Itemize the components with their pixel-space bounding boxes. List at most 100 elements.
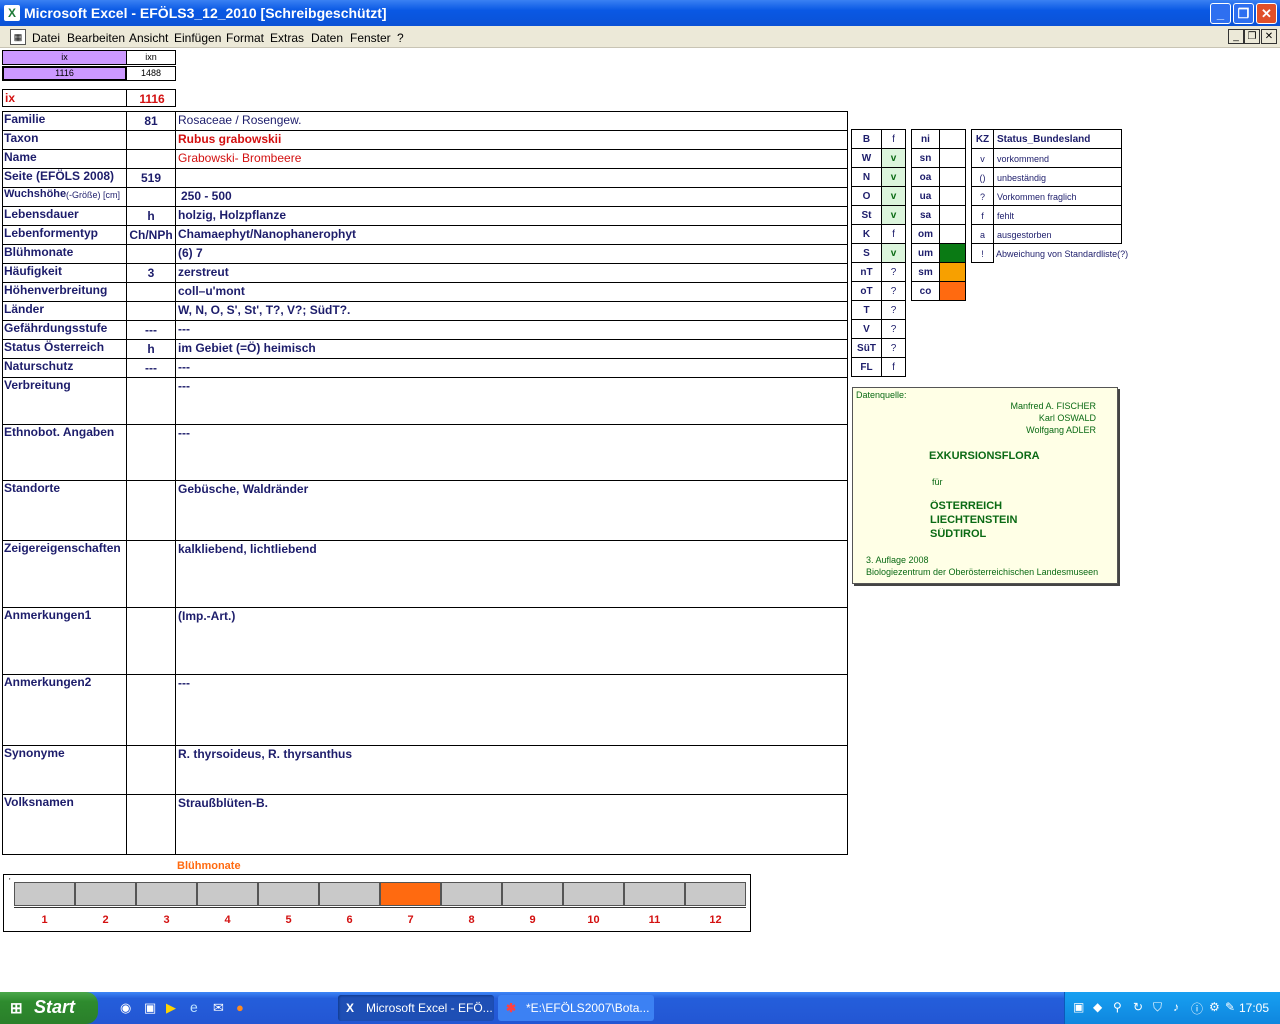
hoehenstufe-fill-cell[interactable] bbox=[939, 224, 966, 244]
row-value-5[interactable]: holzig, Holzpflanze bbox=[178, 208, 286, 222]
row-value-1[interactable]: Rubus grabowskii bbox=[178, 132, 281, 146]
hoehenstufe-code-cell[interactable]: co bbox=[911, 281, 940, 301]
row-value-6[interactable]: Chamaephyt/Nanophanerophyt bbox=[178, 227, 356, 241]
row-code-8[interactable]: 3 bbox=[126, 266, 176, 280]
ix-value-cell[interactable]: 1116 bbox=[2, 66, 127, 81]
doc-minimize-button[interactable]: _ bbox=[1228, 29, 1244, 44]
bundesland-flag-cell[interactable]: ? bbox=[881, 319, 906, 339]
bundesland-code-cell[interactable]: W bbox=[851, 148, 882, 168]
hoehenstufe-code-cell[interactable]: ua bbox=[911, 186, 940, 206]
bundesland-code-cell[interactable]: SüT bbox=[851, 338, 882, 358]
hoehenstufe-code-cell[interactable]: sa bbox=[911, 205, 940, 225]
network-icon[interactable]: ▣ bbox=[1073, 1000, 1084, 1014]
menu-ansicht[interactable]: Ansicht bbox=[129, 31, 168, 45]
row-value-18[interactable]: (Imp.-Art.) bbox=[178, 609, 235, 623]
hoehenstufe-fill-cell[interactable] bbox=[939, 262, 966, 282]
quicklaunch-ie-icon[interactable]: e bbox=[190, 999, 198, 1015]
bundesland-flag-cell[interactable]: f bbox=[881, 224, 906, 244]
bundesland-flag-cell[interactable]: ? bbox=[881, 262, 906, 282]
menu-einfuegen[interactable]: Einfügen bbox=[174, 31, 221, 45]
bundesland-code-cell[interactable]: V bbox=[851, 319, 882, 339]
row-code-12[interactable]: h bbox=[126, 342, 176, 356]
worksheet[interactable]: ix ixn 1116 1488 ix 1116 Bf Wv Nv Ov St v Kf Sv… bbox=[0, 48, 1280, 992]
bundesland-flag-cell[interactable]: v bbox=[881, 243, 906, 263]
restore-button[interactable]: ❐ bbox=[1233, 3, 1254, 24]
security-icon[interactable]: ◆ bbox=[1093, 1000, 1102, 1014]
shield-icon[interactable]: ⛉ bbox=[1153, 1000, 1162, 1015]
title-bar[interactable]: X Microsoft Excel - EFÖLS3_12_2010 [Schr… bbox=[0, 0, 1280, 26]
hoehenstufe-fill-cell[interactable] bbox=[939, 205, 966, 225]
row-value-17[interactable]: kalkliebend, lichtliebend bbox=[178, 542, 317, 556]
hoehenstufe-code-cell[interactable]: om bbox=[911, 224, 940, 244]
bundesland-flag-cell[interactable]: ? bbox=[881, 338, 906, 358]
hoehenstufe-fill-cell[interactable] bbox=[939, 281, 966, 301]
sync-icon[interactable]: ↻ bbox=[1133, 1000, 1143, 1014]
menu-help[interactable]: ? bbox=[397, 31, 404, 45]
bundesland-code-cell[interactable]: B bbox=[851, 129, 882, 149]
menu-extras[interactable]: Extras bbox=[270, 31, 304, 45]
row-value-7[interactable]: (6) 7 bbox=[178, 246, 203, 260]
bundesland-code-cell[interactable]: nT bbox=[851, 262, 882, 282]
hoehenstufe-code-cell[interactable]: um bbox=[911, 243, 940, 263]
bundesland-flag-cell[interactable]: ? bbox=[881, 281, 906, 301]
doc-close-button[interactable]: ✕ bbox=[1261, 29, 1277, 44]
ixn-value-cell[interactable]: 1488 bbox=[126, 66, 176, 81]
row-code-3[interactable]: 519 bbox=[126, 171, 176, 185]
menu-datei[interactable]: Datei bbox=[32, 31, 60, 45]
bundesland-code-cell[interactable]: O bbox=[851, 186, 882, 206]
menu-daten[interactable]: Daten bbox=[311, 31, 343, 45]
bundesland-flag-cell[interactable]: v bbox=[881, 205, 906, 225]
hoehenstufe-fill-cell[interactable] bbox=[939, 243, 966, 263]
hoehenstufe-fill-cell[interactable] bbox=[939, 148, 966, 168]
doc-restore-button[interactable]: ❐ bbox=[1244, 29, 1260, 44]
bundesland-code-cell[interactable]: N bbox=[851, 167, 882, 187]
row-code-13[interactable]: --- bbox=[126, 361, 176, 375]
ix-head-cell[interactable]: ix bbox=[2, 50, 127, 65]
document-icon[interactable]: ▦ bbox=[10, 29, 26, 45]
close-button[interactable]: ✕ bbox=[1256, 3, 1277, 24]
hoehenstufe-fill-cell[interactable] bbox=[939, 186, 966, 206]
row-value-14[interactable]: --- bbox=[178, 379, 190, 393]
quicklaunch-firefox-icon[interactable]: ● bbox=[236, 1000, 244, 1015]
quicklaunch-desktop-icon[interactable]: ▣ bbox=[144, 1000, 156, 1016]
hoehenstufe-fill-cell[interactable] bbox=[939, 167, 966, 187]
menu-bearbeiten[interactable]: Bearbeiten bbox=[67, 31, 125, 45]
excel-app-icon[interactable]: X bbox=[4, 5, 20, 21]
row-value-13[interactable]: --- bbox=[178, 360, 190, 374]
start-button[interactable]: ⊞ Start bbox=[0, 992, 98, 1024]
search-icon[interactable]: ⚲ bbox=[1113, 1000, 1122, 1014]
bundesland-code-cell[interactable]: T bbox=[851, 300, 882, 320]
quicklaunch-media-icon[interactable]: ▶ bbox=[166, 1000, 176, 1016]
safely-remove-icon[interactable]: ✎ bbox=[1225, 1000, 1235, 1014]
usb-icon[interactable]: ⚙ bbox=[1209, 1000, 1220, 1014]
row-value-20[interactable]: R. thyrsoideus, R. thyrsanthus bbox=[178, 747, 352, 761]
row-value-0[interactable]: Rosaceae / Rosengew. bbox=[178, 113, 301, 127]
hoehenstufe-code-cell[interactable]: oa bbox=[911, 167, 940, 187]
bundesland-flag-cell[interactable]: f bbox=[881, 129, 906, 149]
bundesland-flag-cell[interactable]: v bbox=[881, 186, 906, 206]
hoehenstufe-code-cell[interactable]: sn bbox=[911, 148, 940, 168]
bundesland-code-cell[interactable]: FL bbox=[851, 357, 882, 377]
bundesland-flag-cell[interactable]: v bbox=[881, 148, 906, 168]
quicklaunch-outlook-icon[interactable]: ✉ bbox=[213, 1000, 224, 1016]
task-excel[interactable]: X Microsoft Excel - EFÖ... bbox=[338, 995, 494, 1021]
row-value-11[interactable]: --- bbox=[178, 322, 190, 336]
row-value-2[interactable]: Grabowski- Brombeere bbox=[178, 151, 301, 165]
row-value-4[interactable]: 250 - 500 bbox=[181, 189, 232, 203]
row-value-9[interactable]: coll–u'mont bbox=[178, 284, 245, 298]
row-value-12[interactable]: im Gebiet (=Ö) heimisch bbox=[178, 341, 316, 355]
bundesland-code-cell[interactable]: oT bbox=[851, 281, 882, 301]
menu-format[interactable]: Format bbox=[226, 31, 264, 45]
row-value-21[interactable]: Straußblüten-B. bbox=[178, 796, 268, 810]
quicklaunch-explorer-icon[interactable]: ◉ bbox=[120, 1000, 131, 1016]
hoehenstufe-code-cell[interactable]: sm bbox=[911, 262, 940, 282]
ixn-head-cell[interactable]: ixn bbox=[126, 50, 176, 65]
info-icon[interactable]: ⓘ bbox=[1191, 1000, 1203, 1017]
bundesland-flag-cell[interactable]: f bbox=[881, 357, 906, 377]
row-value-8[interactable]: zerstreut bbox=[178, 265, 229, 279]
hoehenstufe-fill-cell[interactable] bbox=[939, 129, 966, 149]
menu-fenster[interactable]: Fenster bbox=[350, 31, 391, 45]
bundesland-code-cell[interactable]: K bbox=[851, 224, 882, 244]
bundesland-flag-cell[interactable]: ? bbox=[881, 300, 906, 320]
row-value-10[interactable]: W, N, O, S', St', T?, V?; SüdT?. bbox=[178, 303, 350, 317]
